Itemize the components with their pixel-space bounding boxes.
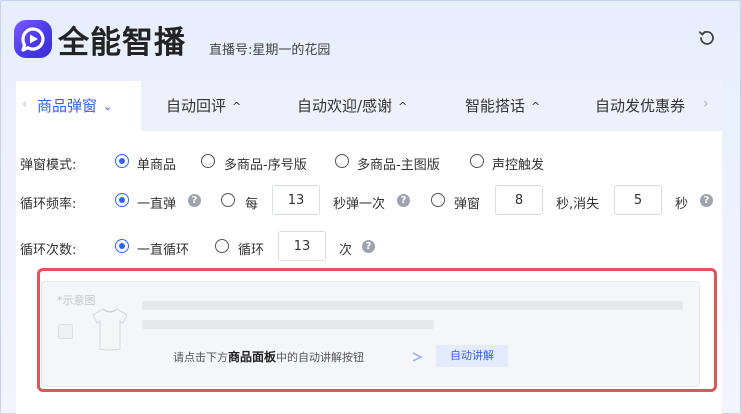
- popup-mode-row: 弹窗模式: 单商品 多商品-序号版 多商品-主图版 声控触发: [20, 146, 700, 178]
- hint-text: 中的自动讲解按钮: [276, 351, 365, 364]
- every-suffix: 秒弹一次: [333, 197, 386, 212]
- chevron-up-icon: ^: [232, 100, 242, 113]
- app-logo-icon: [14, 20, 52, 58]
- tab-auto-review[interactable]: 自动回评 ^: [166, 81, 241, 131]
- tab-label: 自动回评: [166, 97, 227, 115]
- radio-loop-count[interactable]: [215, 239, 229, 253]
- loop-count-suffix: 次: [339, 243, 353, 258]
- tab-label: 智能搭话: [465, 97, 526, 115]
- tab-bar: 商品弹窗 ⌄ 自动回评 ^ 自动欢迎/感谢 ^ 智能搭话 ^ 自动发优惠券: [16, 81, 722, 131]
- skeleton-line: [142, 301, 683, 310]
- checkbox-placeholder: [58, 324, 73, 339]
- loop-frequency-label: 循环频率:: [20, 197, 77, 212]
- popup-suffix: 秒,消失: [556, 197, 600, 212]
- tab-product-popup[interactable]: 商品弹窗 ⌄: [16, 81, 141, 131]
- loop-frequency-row: 循环频率: 一直弹 ? 每 秒弹一次 ? 弹窗 秒,消失 秒 ?: [20, 185, 720, 217]
- radio-voice-trigger[interactable]: [470, 154, 484, 168]
- option-multi-index[interactable]: 多商品-序号版: [224, 154, 307, 173]
- skeleton-line: [142, 320, 434, 329]
- vanish-suffix: 秒: [675, 197, 689, 212]
- preview-hint: 请点击下方商品面板中的自动讲解按钮: [173, 348, 364, 365]
- radio-always-loop[interactable]: [115, 239, 129, 253]
- radio-single-product[interactable]: [115, 154, 129, 168]
- chevron-down-icon: ⌄: [103, 100, 113, 113]
- chevron-left-icon[interactable]: ‹: [22, 97, 27, 112]
- option-popup[interactable]: 弹窗: [454, 193, 480, 212]
- option-single-product[interactable]: 单商品: [137, 154, 176, 173]
- radio-popup-duration[interactable]: [431, 193, 445, 207]
- radio-every-interval[interactable]: [221, 193, 235, 207]
- option-always-loop[interactable]: 一直循环: [137, 239, 189, 258]
- radio-multi-index[interactable]: [201, 154, 215, 168]
- chevron-right-icon[interactable]: ›: [703, 96, 709, 112]
- radio-multi-image[interactable]: [335, 154, 349, 168]
- help-icon[interactable]: ?: [362, 240, 375, 253]
- tab-label: 商品弹窗: [37, 97, 98, 115]
- live-room-name: 直播号:星期一的花园: [209, 43, 331, 58]
- radio-always-popup[interactable]: [115, 193, 129, 207]
- chevron-up-icon: ^: [531, 100, 541, 113]
- tshirt-icon: [92, 308, 128, 351]
- help-icon[interactable]: ?: [188, 194, 201, 207]
- app-title: 全能智播: [58, 25, 186, 61]
- preview-illustration: *示意图 请点击下方商品面板中的自动讲解按钮 自动讲解: [41, 281, 700, 387]
- option-always-popup[interactable]: 一直弹: [137, 193, 176, 212]
- auto-explain-button: 自动讲解: [436, 345, 508, 367]
- tab-auto-coupon[interactable]: 自动发优惠券: [595, 81, 685, 131]
- hint-bold-text: 商品面板: [228, 350, 277, 364]
- option-every[interactable]: 每: [245, 193, 258, 212]
- tab-auto-welcome[interactable]: 自动欢迎/感谢 ^: [297, 81, 407, 131]
- tab-smart-chat[interactable]: 智能搭话 ^: [465, 81, 540, 131]
- hint-text: 请点击下方: [173, 351, 228, 364]
- chevron-up-icon: ^: [398, 100, 408, 113]
- every-seconds-input[interactable]: [272, 185, 320, 215]
- option-loop[interactable]: 循环: [238, 239, 264, 258]
- loop-count-input[interactable]: [278, 231, 326, 261]
- arrow-right-icon: [379, 352, 423, 362]
- vanish-seconds-input[interactable]: [614, 185, 662, 215]
- help-icon[interactable]: ?: [397, 194, 410, 207]
- loop-count-row: 循环次数: 一直循环 循环 次 ?: [20, 231, 420, 263]
- help-icon[interactable]: ?: [700, 194, 713, 207]
- popup-mode-label: 弹窗模式:: [20, 158, 77, 173]
- tab-label: 自动欢迎/感谢: [297, 97, 393, 115]
- option-multi-image[interactable]: 多商品-主图版: [357, 154, 440, 173]
- refresh-icon[interactable]: [697, 28, 717, 48]
- loop-count-label: 循环次数:: [20, 243, 77, 258]
- tab-label: 自动发优惠券: [595, 97, 686, 115]
- option-voice-trigger[interactable]: 声控触发: [492, 154, 544, 173]
- popup-seconds-input[interactable]: [495, 185, 543, 215]
